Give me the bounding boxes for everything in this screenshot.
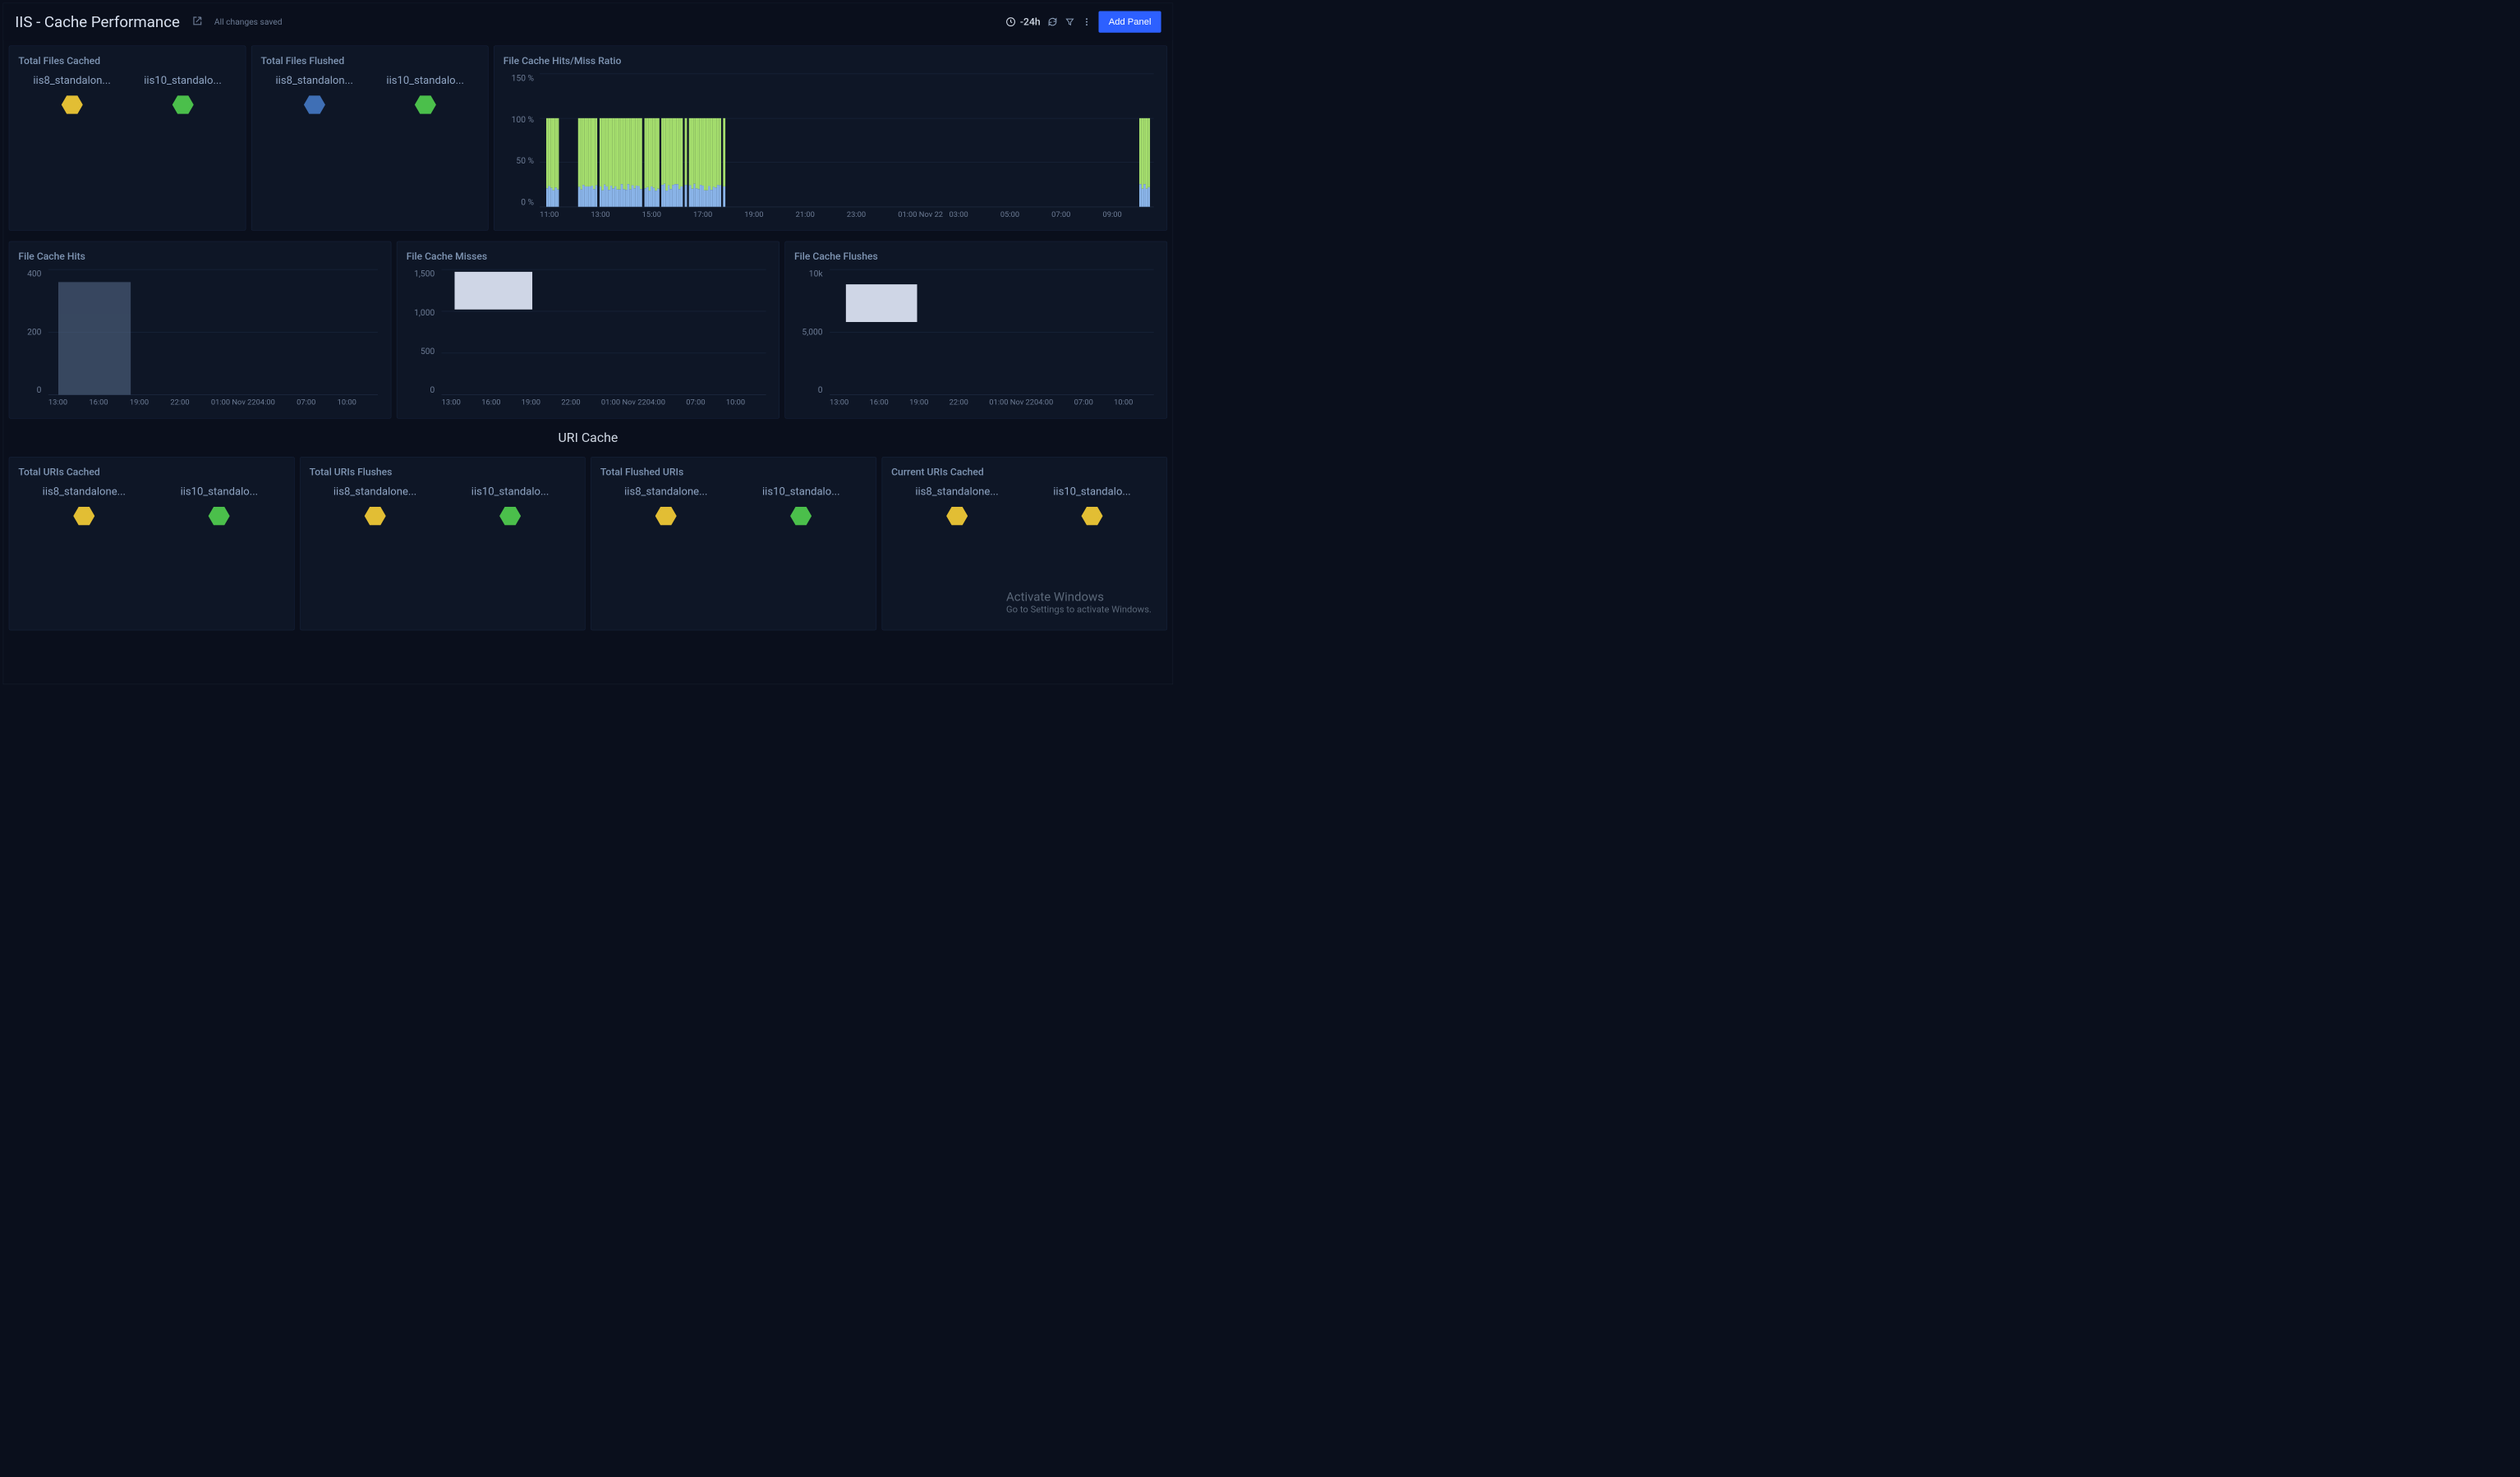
refresh-button[interactable] (1047, 16, 1058, 27)
stat-item: iis10_standalo... (154, 485, 285, 525)
y-axis: 150 % 100 % 50 % 0 % (504, 74, 538, 208)
hexagon-icon (946, 507, 968, 525)
panel-total-uris-cached[interactable]: Total URIs Cached iis8_standalone... iis… (9, 457, 295, 630)
chart-area: 10k 5,000 0 13:0016:0019:0022:0001:00 No… (794, 269, 1157, 415)
hexagon-icon (304, 95, 325, 113)
stat-label: iis10_standalo... (386, 74, 464, 86)
stat-label: iis10_standalo... (1053, 485, 1131, 497)
x-axis: 11:0013:0015:0017:0019:0021:0023:0001:00… (540, 209, 1154, 227)
y-axis: 1,500 1,000 500 0 (407, 269, 439, 395)
more-vertical-icon (1082, 17, 1092, 27)
clock-icon (1005, 16, 1016, 27)
filter-button[interactable] (1065, 17, 1075, 27)
add-panel-button[interactable]: Add Panel (1099, 12, 1161, 33)
stat-item: iis8_standalone... (891, 485, 1023, 525)
panel-file-cache-misses[interactable]: File Cache Misses 1,500 1,000 500 0 13:0… (397, 242, 779, 419)
panel-file-cache-hits[interactable]: File Cache Hits 400 200 0 13:0016:0019:0… (9, 242, 392, 419)
plot (540, 74, 1154, 208)
more-button[interactable] (1082, 17, 1092, 27)
x-axis: 13:0016:0019:0022:0001:00 Nov 2204:0007:… (48, 398, 378, 415)
panel-title: File Cache Flushes (794, 251, 1157, 262)
panel-title: File Cache Hits/Miss Ratio (504, 55, 1158, 67)
stat-label: iis10_standalo... (144, 74, 222, 86)
y-axis: 400 200 0 (18, 269, 45, 395)
hexagon-icon (364, 507, 385, 525)
hexagon-icon (655, 507, 677, 525)
panel-current-uris-cached[interactable]: Current URIs Cached iis8_standalone... i… (881, 457, 1167, 630)
stat-item: iis8_standalone... (600, 485, 732, 525)
stat-item: iis8_standalon... (261, 74, 368, 114)
panel-title: File Cache Hits (18, 251, 381, 262)
plot (830, 269, 1154, 395)
stat-item: iis8_standalone... (310, 485, 441, 525)
panel-total-files-cached[interactable]: Total Files Cached iis8_standalon... iis… (9, 46, 246, 231)
panel-title: Total URIs Flushes (310, 467, 576, 478)
hexagon-icon (415, 95, 436, 113)
stat-label: iis8_standalon... (33, 74, 110, 86)
panel-title: Total URIs Cached (18, 467, 284, 478)
y-axis: 10k 5,000 0 (794, 269, 826, 395)
panel-title: Total Files Flushed (261, 55, 479, 67)
hexagon-icon (790, 507, 812, 525)
filter-icon (1065, 17, 1075, 27)
hexagon-icon (61, 95, 82, 113)
stat-item: iis10_standalo... (1027, 485, 1158, 525)
panel-total-uris-flushes[interactable]: Total URIs Flushes iis8_standalone... ii… (300, 457, 586, 630)
stat-label: iis10_standalo... (471, 485, 550, 497)
stat-item: iis10_standalo... (129, 74, 236, 114)
hexagon-icon (499, 507, 521, 525)
hexagon-icon (73, 507, 94, 525)
panel-title: Current URIs Cached (891, 467, 1157, 478)
refresh-icon (1047, 16, 1058, 27)
hexagon-icon (172, 95, 193, 113)
activate-windows-watermark: Activate Windows Go to Settings to activ… (1006, 589, 1152, 614)
time-range-label: -24h (1020, 16, 1041, 28)
panel-total-flushed-uris[interactable]: Total Flushed URIs iis8_standalone... ii… (591, 457, 876, 630)
plot (48, 269, 378, 395)
chart-area: 1,500 1,000 500 0 13:0016:0019:0022:0001… (407, 269, 770, 415)
dashboard-header: IIS - Cache Performance All changes save… (3, 3, 1172, 40)
panel-title: File Cache Misses (407, 251, 770, 262)
stat-item: iis10_standalo... (444, 485, 576, 525)
chart-area: 400 200 0 13:0016:0019:0022:0001:00 Nov … (18, 269, 381, 415)
x-axis: 13:0016:0019:0022:0001:00 Nov 2204:0007:… (442, 398, 766, 415)
stat-item: iis8_standalon... (18, 74, 125, 114)
chart-area: 150 % 100 % 50 % 0 % 11:0013:0015:0017:0… (504, 74, 1158, 227)
stat-label: iis8_standalone... (915, 485, 998, 497)
hexagon-icon (1081, 507, 1102, 525)
section-header-uri-cache: URI Cache (3, 424, 1172, 452)
share-icon[interactable] (191, 16, 203, 29)
stat-label: iis8_standalone... (624, 485, 707, 497)
hexagon-icon (209, 507, 230, 525)
plot (442, 269, 766, 395)
panel-title: Total Flushed URIs (600, 467, 867, 478)
stat-label: iis8_standalone... (43, 485, 126, 497)
stat-label: iis10_standalo... (181, 485, 259, 497)
dashboard-title: IIS - Cache Performance (15, 13, 180, 31)
stat-label: iis8_standalon... (276, 74, 353, 86)
x-axis: 13:0016:0019:0022:0001:00 Nov 2204:0007:… (830, 398, 1154, 415)
time-range-picker[interactable]: -24h (1005, 16, 1040, 28)
panel-file-cache-flushes[interactable]: File Cache Flushes 10k 5,000 0 13:0016:0… (784, 242, 1167, 419)
panel-title: Total Files Cached (18, 55, 236, 67)
panel-ratio-chart[interactable]: File Cache Hits/Miss Ratio 150 % 100 % 5… (494, 46, 1167, 231)
stat-label: iis10_standalo... (762, 485, 840, 497)
stat-label: iis8_standalone... (333, 485, 416, 497)
stat-item: iis8_standalone... (18, 485, 149, 525)
save-status: All changes saved (214, 17, 283, 27)
stat-item: iis10_standalo... (735, 485, 867, 525)
panel-total-files-flushed[interactable]: Total Files Flushed iis8_standalon... ii… (251, 46, 489, 231)
stat-item: iis10_standalo... (372, 74, 479, 114)
